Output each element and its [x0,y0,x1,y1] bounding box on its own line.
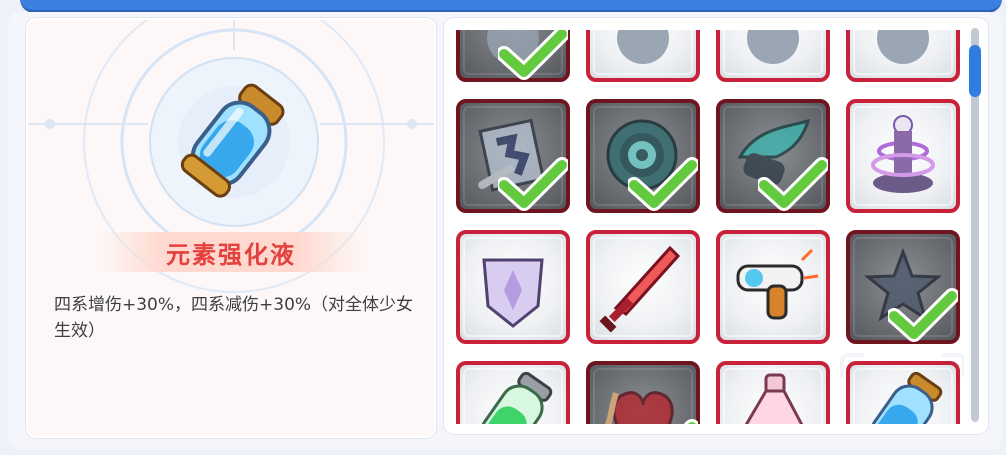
red-heart-icon [604,391,674,424]
partial-item-icon [747,30,799,64]
check-icon [498,30,568,80]
item-slot[interactable] [456,99,570,213]
item-slot[interactable] [716,30,830,82]
check-icon [498,157,568,211]
item-grid-viewport[interactable] [444,30,964,424]
green-potion-capsule-icon [480,371,553,424]
scroll-thumb[interactable] [969,45,981,97]
selection-bracket [840,353,864,377]
item-slot[interactable] [716,99,830,213]
scrollbar[interactable] [969,28,981,422]
item-slot[interactable] [846,30,960,82]
purple-crystal-tower-icon [871,115,935,193]
item-slot[interactable] [586,361,700,424]
item-name: 元素强化液 [166,240,296,269]
item-slot[interactable] [586,30,700,82]
partial-item-icon [617,30,669,64]
partial-item-icon [877,30,929,64]
item-slot[interactable] [716,230,830,344]
item-slot[interactable] [456,230,570,344]
item-slot[interactable] [586,230,700,344]
selection-bracket [942,353,964,377]
check-icon [888,288,958,342]
item-grid [456,30,964,424]
item-slot[interactable] [840,353,964,424]
item-detail-card: 元素强化液 四系增伤+30%，四系减伤+30%（对全体少女生效） [26,18,436,438]
item-grid-card [444,18,988,434]
item-slot[interactable] [846,99,960,213]
item-slot[interactable] [846,230,960,344]
item-slot[interactable] [716,361,830,424]
item-slot[interactable] [456,361,570,424]
red-sword-icon [599,245,681,333]
laser-pistol-icon [736,248,819,320]
item-slot[interactable] [586,99,700,213]
item-name-banner: 元素强化液 [98,232,364,272]
crystal-shield-icon [482,258,544,328]
check-icon [758,157,828,211]
blue-potion-capsule-icon [180,83,285,198]
check-icon [628,157,698,211]
item-description: 四系增伤+30%，四系减伤+30%（对全体少女生效） [54,295,414,341]
item-slot[interactable] [456,30,570,82]
pink-potion-bottle-icon [744,373,804,424]
check-icon [683,419,698,424]
